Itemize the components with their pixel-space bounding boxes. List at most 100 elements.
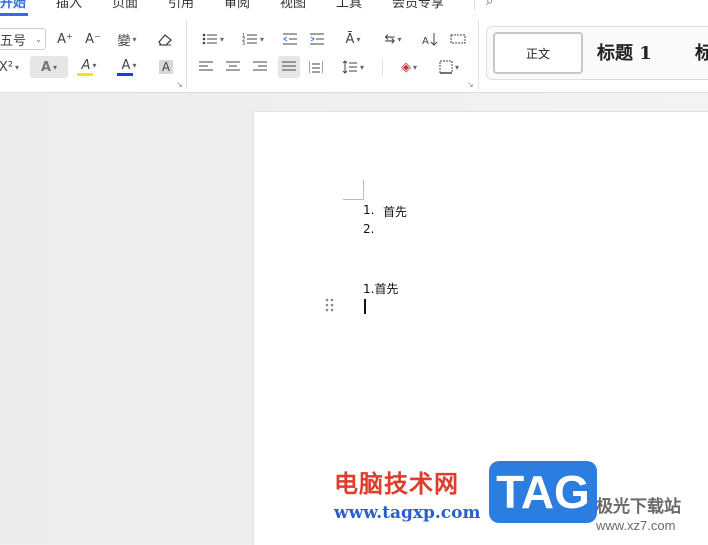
ribbon-separator — [382, 58, 383, 76]
bullet-list-icon — [202, 33, 217, 45]
tab-separator — [474, 0, 475, 10]
align-right-button[interactable] — [250, 56, 270, 78]
tab-home[interactable]: 开始 — [0, 0, 26, 11]
tab-review[interactable]: 审阅 — [224, 0, 250, 11]
shading-button[interactable]: ◈ ▾ — [394, 56, 424, 78]
tab-insert[interactable]: 插入 — [56, 0, 82, 11]
sort-az-icon: A — [422, 33, 438, 46]
align-left-button[interactable] — [196, 56, 216, 78]
watermark-url: www.tagxp.com — [334, 503, 481, 523]
paragraph-dialog-launcher-icon[interactable]: ↘ — [467, 80, 474, 89]
chevron-down-icon: ⌄ — [35, 34, 42, 44]
list-number: 1. — [363, 203, 375, 217]
chevron-down-icon: ▾ — [454, 62, 459, 72]
font-color-button[interactable]: A ▾ — [114, 56, 144, 78]
sort-button[interactable]: A — [420, 28, 440, 50]
search-icon[interactable]: ⌕ — [486, 0, 493, 9]
numbering-button[interactable]: 1 2 3 ▾ — [238, 28, 268, 50]
highlight-color-bar — [77, 73, 93, 76]
watermark-text: 电脑技术网 — [334, 470, 459, 498]
shrink-font-button[interactable]: A⁻ — [82, 28, 104, 50]
tab-member[interactable]: 会员专享 — [392, 0, 444, 11]
chevron-down-icon: ▾ — [132, 34, 137, 44]
tab-references[interactable]: 引用 — [168, 0, 194, 11]
ribbon-home: 五号 ⌄ A⁺ A⁻ 變 ▾ X² ▾ A ▾ A ▾ A ▾ A ↘ ▾ 1 2 3 ▾ Ā ▾ — [0, 16, 708, 93]
font-color-bar — [117, 73, 133, 76]
font-dialog-launcher-icon[interactable]: ↘ — [176, 80, 183, 89]
tab-page[interactable]: 页面 — [112, 0, 138, 11]
increase-indent-button[interactable] — [307, 28, 327, 50]
ribbon-tab-bar: 开始 插入 页面 引用 审阅 视图 工具 会员专享 ⌕ — [0, 0, 708, 16]
text-direction-button[interactable]: ⇆ ▾ — [378, 28, 408, 50]
list-item-text[interactable]: 1.首先 — [363, 280, 398, 297]
chevron-down-icon: ▾ — [15, 62, 20, 72]
font-size-value: 五号 — [0, 33, 27, 49]
distributed-icon — [309, 61, 323, 73]
styles-gallery: 正文 标题 1 标 — [486, 26, 708, 80]
list-item-text[interactable]: 首先 — [383, 203, 407, 220]
watermark-logo: TAG — [489, 461, 597, 523]
highlight-button[interactable]: A ▾ — [74, 56, 104, 78]
border-icon — [439, 60, 453, 74]
align-right-icon — [253, 61, 267, 71]
line-spacing-button[interactable]: ▾ — [338, 56, 368, 78]
align-center-button[interactable] — [223, 56, 243, 78]
chevron-down-icon: ▾ — [259, 34, 264, 44]
paragraph-marks-icon — [450, 34, 466, 44]
superscript-button[interactable]: X² ▾ — [0, 56, 22, 78]
chevron-down-icon: ▾ — [397, 34, 402, 44]
watermark-text: 极光下载站 — [596, 497, 681, 517]
clear-format-button[interactable] — [154, 28, 176, 50]
ribbon-separator — [478, 20, 479, 90]
phonetic-icon: 變 — [117, 33, 131, 49]
svg-text:A: A — [422, 36, 429, 46]
numbered-list-icon: 123 — [242, 33, 257, 46]
distributed-button[interactable] — [306, 56, 326, 78]
indent-icon — [310, 33, 324, 45]
margin-corner-mark — [343, 199, 363, 200]
drag-handle-icon[interactable] — [325, 298, 335, 314]
paint-bucket-icon: ◈ — [400, 59, 411, 75]
grow-font-button[interactable]: A⁺ — [54, 28, 76, 50]
chinese-layout-icon: Ā — [345, 31, 355, 47]
text-cursor — [364, 299, 366, 314]
align-center-icon — [226, 61, 240, 71]
svg-text:3: 3 — [242, 41, 245, 46]
style-heading-1[interactable]: 标题 1 — [597, 39, 652, 65]
chevron-down-icon: ▾ — [219, 34, 224, 44]
bullets-button[interactable]: ▾ — [198, 28, 228, 50]
tab-tools[interactable]: 工具 — [336, 0, 362, 11]
watermark-url: www.xz7.com — [596, 518, 676, 533]
chevron-down-icon: ▾ — [359, 62, 364, 72]
style-normal[interactable]: 正文 — [493, 32, 583, 74]
char-shading-icon: A — [158, 60, 174, 74]
chevron-down-icon: ▾ — [356, 34, 361, 44]
list-number: 2. — [363, 222, 375, 236]
line-spacing-icon — [342, 60, 357, 74]
superscript-icon: X² — [0, 59, 14, 75]
text-effect-icon: A — [40, 59, 52, 75]
chevron-down-icon: ▾ — [132, 61, 137, 70]
tab-view[interactable]: 视图 — [280, 0, 306, 11]
char-shading-button[interactable]: A — [156, 56, 176, 78]
document-page[interactable] — [253, 111, 708, 545]
show-marks-button[interactable] — [448, 28, 468, 50]
phonetic-guide-button[interactable]: 變 ▾ — [110, 28, 144, 50]
chevron-down-icon: ▾ — [92, 61, 97, 70]
font-size-select[interactable]: 五号 ⌄ — [0, 28, 46, 50]
text-effect-button[interactable]: A ▾ — [30, 56, 68, 78]
chinese-layout-button[interactable]: Ā ▾ — [338, 28, 368, 50]
justify-button[interactable] — [278, 56, 300, 78]
margin-corner-mark — [363, 180, 364, 200]
eraser-icon — [158, 34, 172, 46]
text-direction-icon: ⇆ — [384, 31, 396, 47]
borders-button[interactable]: ▾ — [434, 56, 464, 78]
font-color-icon: A — [121, 58, 131, 73]
ribbon-separator — [186, 20, 187, 90]
justify-icon — [282, 61, 296, 71]
style-heading-2[interactable]: 标 — [695, 39, 708, 65]
decrease-indent-button[interactable] — [280, 28, 300, 50]
chevron-down-icon: ▾ — [412, 62, 417, 72]
outdent-icon — [283, 33, 297, 45]
highlighter-icon: A — [81, 58, 91, 73]
